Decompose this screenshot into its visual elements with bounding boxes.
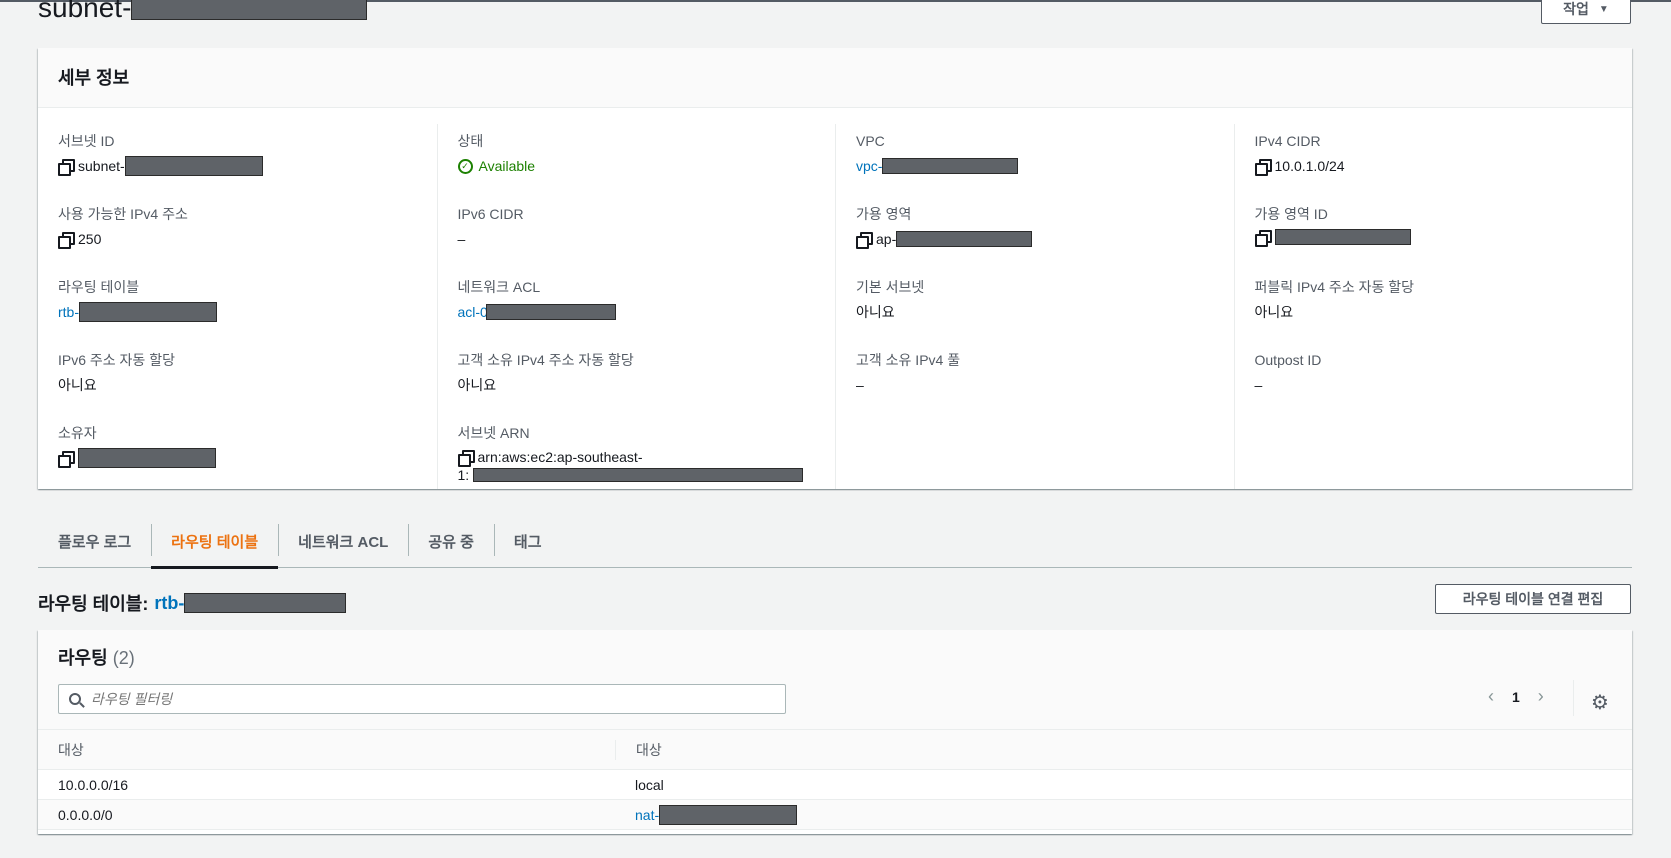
redacted-block <box>882 158 1019 174</box>
table-header: 대상 대상 <box>38 730 1632 770</box>
gear-icon[interactable]: ⚙ <box>1591 690 1609 715</box>
outpost-id-value: – <box>1254 377 1263 393</box>
divider <box>1573 680 1574 716</box>
field-label: 라우팅 테이블 <box>58 279 140 295</box>
details-panel: 세부 정보 서브넷 ID subnet- 사용 가능한 IPv4 주소 250 … <box>38 48 1632 489</box>
column-header-destination[interactable]: 대상 <box>38 740 615 760</box>
route-table-link[interactable]: rtb- <box>58 302 79 322</box>
status-value: Available <box>478 158 536 174</box>
customer-ipv4-auto-assign-value: 아니요 <box>457 377 497 393</box>
redacted-block <box>79 302 217 322</box>
details-column-1: 서브넷 ID subnet- 사용 가능한 IPv4 주소 250 라우팅 테이… <box>38 124 437 489</box>
column-header-target[interactable]: 대상 <box>615 739 662 760</box>
available-ipv4-value: 250 <box>78 231 102 247</box>
redacted-block <box>184 593 347 613</box>
field-label: IPv6 CIDR <box>457 206 524 222</box>
redacted-block <box>124 156 263 176</box>
field-label: 사용 가능한 IPv4 주소 <box>58 206 188 222</box>
subnet-arn-value-line2: 1: <box>457 467 470 483</box>
field-label: 소유자 <box>58 425 97 441</box>
redacted-block <box>659 804 798 825</box>
page-title: subnet- <box>38 0 368 24</box>
caret-down-icon: ▼ <box>1598 3 1609 15</box>
redacted-block <box>78 448 216 468</box>
field-label: 가용 영역 <box>856 206 912 222</box>
redacted-block <box>131 0 368 20</box>
check-circle-icon: ✓ <box>457 158 473 174</box>
field-label: 네트워크 ACL <box>457 279 541 295</box>
details-header: 세부 정보 <box>38 48 1632 108</box>
field-label: VPC <box>856 133 885 149</box>
details-column-3: VPC vpc- 가용 영역 ap- 기본 서브넷 아니요 고객 소유 IPv4… <box>835 124 1234 489</box>
field-label: Outpost ID <box>1254 352 1322 368</box>
field-label: 가용 영역 ID <box>1254 206 1328 222</box>
copy-icon[interactable] <box>856 232 873 249</box>
route-table-heading-label: 라우팅 테이블: <box>38 594 149 614</box>
copy-icon[interactable] <box>58 232 75 249</box>
chevron-right-icon[interactable]: › <box>1538 686 1544 707</box>
default-subnet-value: 아니요 <box>856 304 895 320</box>
copy-icon[interactable] <box>58 159 75 176</box>
field-label: IPv6 주소 자동 할당 <box>58 352 175 368</box>
field-label: IPv4 CIDR <box>1254 133 1321 149</box>
route-target-link[interactable]: nat- <box>635 807 659 823</box>
availability-zone-value: ap- <box>876 231 897 247</box>
field-label: 퍼블릭 IPv4 주소 자동 할당 <box>1254 279 1415 295</box>
copy-icon[interactable] <box>58 451 75 468</box>
route-table-id-link[interactable]: rtb- <box>154 593 184 614</box>
routes-count: (2) <box>112 648 135 668</box>
tab-route-table[interactable]: 라우팅 테이블 <box>151 514 279 569</box>
route-destination: 0.0.0.0/0 <box>58 806 113 823</box>
field-label: 기본 서브넷 <box>856 279 925 295</box>
vpc-link[interactable]: vpc- <box>856 156 882 176</box>
route-filter[interactable] <box>58 684 786 714</box>
routes-title: 라우팅 (2) <box>58 648 135 668</box>
search-icon <box>69 693 81 705</box>
copy-icon[interactable] <box>1254 230 1272 247</box>
public-ipv4-auto-assign-value: 아니요 <box>1254 304 1294 320</box>
network-acl-link[interactable]: acl-0 <box>458 302 488 322</box>
redacted-block <box>473 468 804 482</box>
copy-icon[interactable] <box>457 450 475 467</box>
subnet-id-value: subnet- <box>78 158 125 174</box>
route-target: local <box>635 776 664 793</box>
redacted-block <box>485 304 616 320</box>
field-label: 서브넷 ARN <box>457 425 530 441</box>
field-label: 고객 소유 IPv4 풀 <box>856 352 961 368</box>
chevron-left-icon[interactable]: ‹ <box>1488 686 1494 707</box>
pagination: ‹ 1 › <box>1488 686 1544 707</box>
routes-panel: 라우팅 (2) ‹ 1 › ⚙ 대상 대상 10.0.0.0/16 local … <box>38 630 1632 834</box>
tab-sharing[interactable]: 공유 중 <box>408 514 494 568</box>
field-label: 고객 소유 IPv4 주소 자동 할당 <box>457 352 634 368</box>
tab-bar: 플로우 로그 라우팅 테이블 네트워크 ACL 공유 중 태그 <box>38 514 1632 569</box>
subnet-arn-value: arn:aws:ec2:ap-southeast- <box>477 449 643 465</box>
tab-network-acl[interactable]: 네트워크 ACL <box>278 514 408 568</box>
edit-route-table-association-button[interactable]: 라우팅 테이블 연결 편집 <box>1435 584 1631 614</box>
details-column-2: 상태 ✓ Available IPv6 CIDR – 네트워크 ACL acl-0… <box>436 124 836 489</box>
route-filter-input[interactable] <box>91 691 691 707</box>
redacted-block <box>1274 229 1411 245</box>
ipv6-auto-assign-value: 아니요 <box>58 377 97 393</box>
copy-icon[interactable] <box>1254 159 1272 176</box>
table-row[interactable]: 10.0.0.0/16 local <box>38 770 1632 800</box>
redacted-block <box>896 231 1033 247</box>
actions-button[interactable]: 작업 ▼ <box>1541 0 1631 24</box>
route-table-heading: 라우팅 테이블: rtb- <box>38 590 347 616</box>
customer-ipv4-pool-value: – <box>856 377 864 393</box>
tab-tags[interactable]: 태그 <box>493 514 562 568</box>
tab-flow-logs[interactable]: 플로우 로그 <box>38 514 151 568</box>
page-number[interactable]: 1 <box>1512 689 1520 705</box>
route-destination: 10.0.0.0/16 <box>58 776 129 793</box>
details-column-4: IPv4 CIDR 10.0.1.0/24 가용 영역 ID 퍼블릭 IPv4 … <box>1233 124 1633 489</box>
ipv4-cidr-value: 10.0.1.0/24 <box>1274 158 1345 174</box>
ipv6-cidr-value: – <box>457 231 466 247</box>
field-label: 상태 <box>457 133 484 149</box>
table-row[interactable]: 0.0.0.0/0 nat- <box>38 800 1632 830</box>
field-label: 서브넷 ID <box>58 133 115 149</box>
